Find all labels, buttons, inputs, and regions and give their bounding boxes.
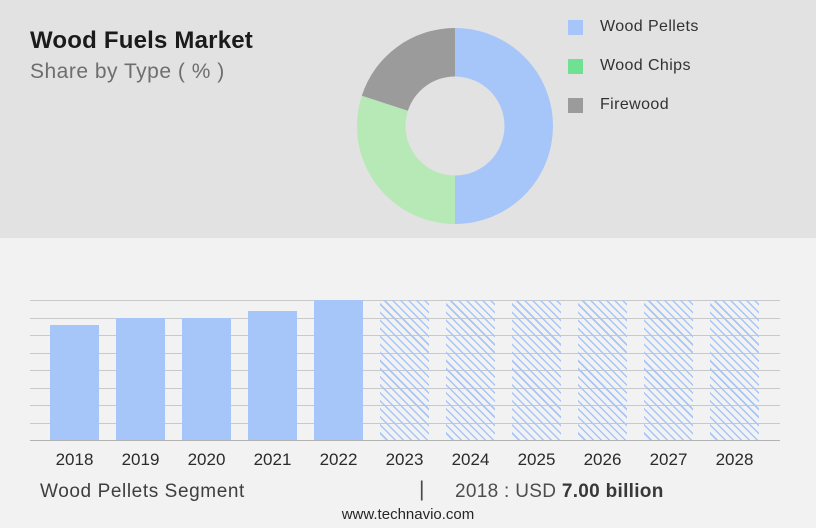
website-url: www.technavio.com (0, 506, 816, 523)
bar-2027-forecast (644, 300, 693, 440)
x-label-2022: 2022 (306, 450, 372, 470)
donut-chart-svg (355, 26, 555, 226)
x-label-2023: 2023 (372, 450, 438, 470)
segment-forecast-section: 2018201920202021202220232024202520262027… (0, 238, 816, 528)
x-label-2028: 2028 (702, 450, 768, 470)
legend-item-firewood: Firewood (568, 90, 699, 120)
legend-swatch-firewood (568, 98, 583, 113)
x-label-2018: 2018 (42, 450, 108, 470)
bar-plot: 2018201920202021202220232024202520262027… (30, 300, 780, 441)
bar-2018 (50, 325, 99, 441)
legend-label-wood-chips: Wood Chips (600, 57, 691, 75)
bar-2020 (182, 318, 231, 441)
x-label-2027: 2027 (636, 450, 702, 470)
bar-2023-forecast (380, 300, 429, 440)
x-label-2021: 2021 (240, 450, 306, 470)
page-title: Wood Fuels Market (30, 27, 253, 55)
donut-legend: Wood Pellets Wood Chips Firewood (568, 12, 699, 129)
bar-2025-forecast (512, 300, 561, 440)
share-by-type-section: Wood Fuels Market Share by Type ( % ) Wo… (0, 0, 816, 238)
bar-2019 (116, 318, 165, 441)
x-label-2019: 2019 (108, 450, 174, 470)
slice-wood-pellets (455, 28, 553, 224)
segment-value: 2018 : USD 7.00 billion (455, 481, 664, 503)
segment-value-prefix: 2018 : USD (455, 481, 556, 502)
legend-item-wood-chips: Wood Chips (568, 51, 699, 81)
caption-divider: | (419, 478, 424, 502)
slice-firewood (362, 28, 455, 111)
x-label-2025: 2025 (504, 450, 570, 470)
legend-swatch-wood-pellets (568, 20, 583, 35)
segment-value-bold: 7.00 billion (562, 481, 664, 502)
infographic: Wood Fuels Market Share by Type ( % ) Wo… (0, 0, 816, 528)
legend-label-firewood: Firewood (600, 96, 669, 114)
x-axis-line (30, 440, 780, 441)
x-label-2026: 2026 (570, 450, 636, 470)
segment-label: Wood Pellets Segment (40, 481, 245, 503)
legend-item-wood-pellets: Wood Pellets (568, 12, 699, 42)
donut-chart (355, 26, 555, 226)
x-label-2024: 2024 (438, 450, 504, 470)
bar-2022 (314, 300, 363, 440)
bar-2021 (248, 311, 297, 441)
legend-label-wood-pellets: Wood Pellets (600, 18, 699, 36)
x-label-2020: 2020 (174, 450, 240, 470)
bar-2026-forecast (578, 300, 627, 440)
bar-2024-forecast (446, 300, 495, 440)
legend-swatch-wood-chips (568, 59, 583, 74)
page-subtitle: Share by Type ( % ) (30, 60, 225, 84)
bar-2028-forecast (710, 300, 759, 440)
slice-wood-chips (357, 96, 455, 224)
